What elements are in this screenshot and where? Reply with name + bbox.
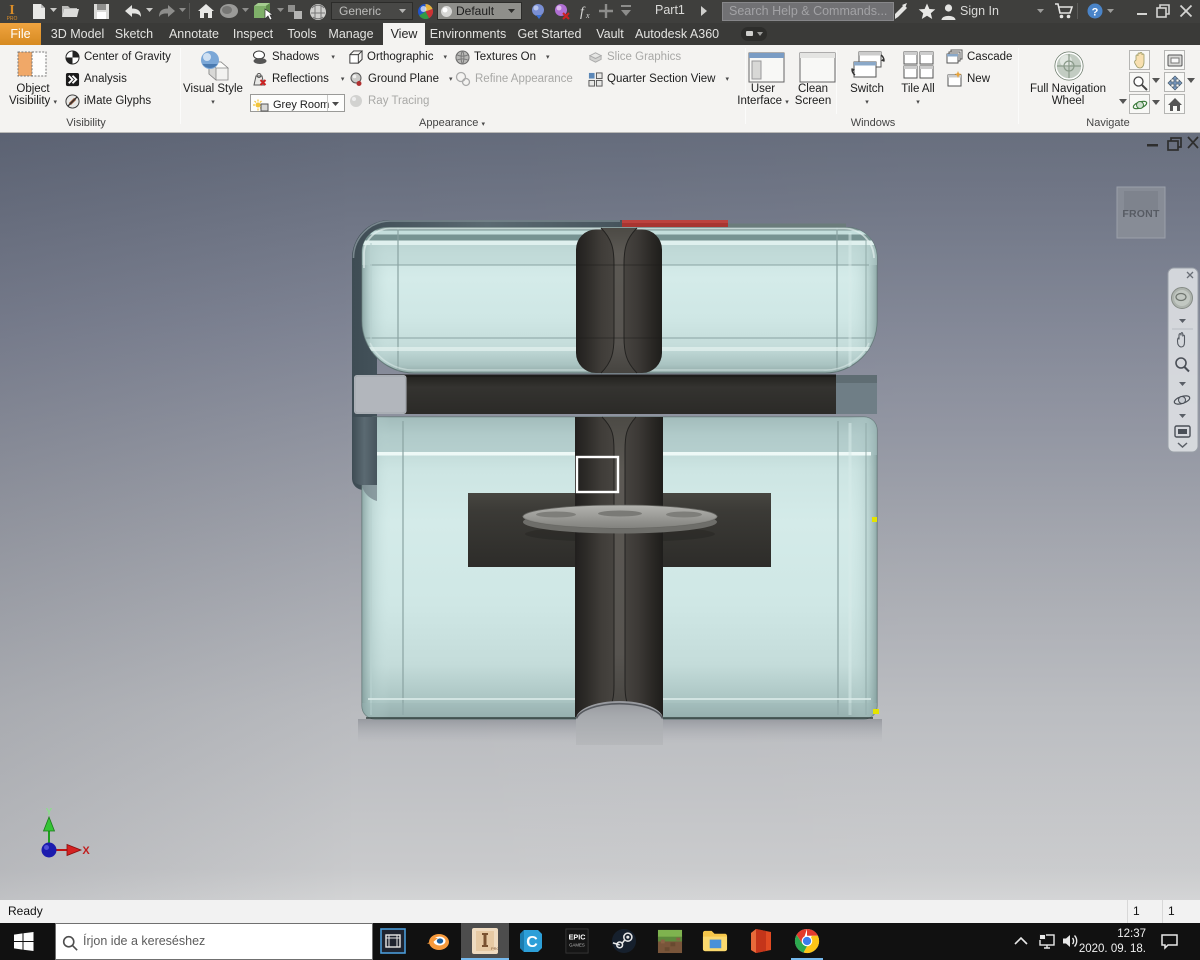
svg-text:GAMES: GAMES <box>569 942 585 947</box>
svg-text:X: X <box>82 845 90 857</box>
svg-text:FRONT: FRONT <box>1122 208 1160 220</box>
svg-text:?: ? <box>1092 7 1099 19</box>
svg-text:x: x <box>585 11 590 20</box>
svg-text:Y: Y <box>46 807 53 818</box>
svg-text:EPIC: EPIC <box>569 933 587 942</box>
svg-text:C: C <box>526 934 538 951</box>
svg-text:PRO: PRO <box>491 946 498 951</box>
svg-text:PRO: PRO <box>7 16 18 21</box>
